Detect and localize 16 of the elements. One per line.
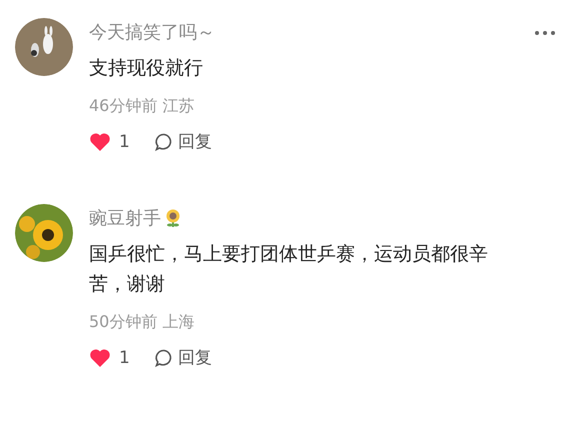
reply-button[interactable]: 回复 — [154, 128, 212, 156]
heart-icon — [89, 348, 111, 368]
reply-button[interactable]: 回复 — [154, 344, 212, 372]
more-options-icon[interactable] — [534, 30, 556, 36]
avatar-photo[interactable] — [15, 204, 73, 262]
like-button[interactable]: 1 — [89, 128, 130, 156]
user-name[interactable]: 豌豆射手 — [89, 204, 161, 234]
like-button[interactable]: 1 — [89, 344, 130, 372]
comment-meta: 50分钟前 上海 — [89, 311, 196, 333]
comment-text: 支持现役就行 — [89, 56, 204, 81]
comment-bubble-icon — [154, 348, 174, 368]
comment-bubble-icon — [154, 132, 174, 152]
heart-icon — [89, 132, 111, 152]
comment-text: 国乒很忙，马上要打团体世乒赛，运动员都很辛苦，谢谢 — [89, 242, 489, 297]
user-name[interactable]: 今天搞笑了吗～ — [89, 18, 215, 48]
comment-meta: 46分钟前 江苏 — [89, 95, 196, 117]
